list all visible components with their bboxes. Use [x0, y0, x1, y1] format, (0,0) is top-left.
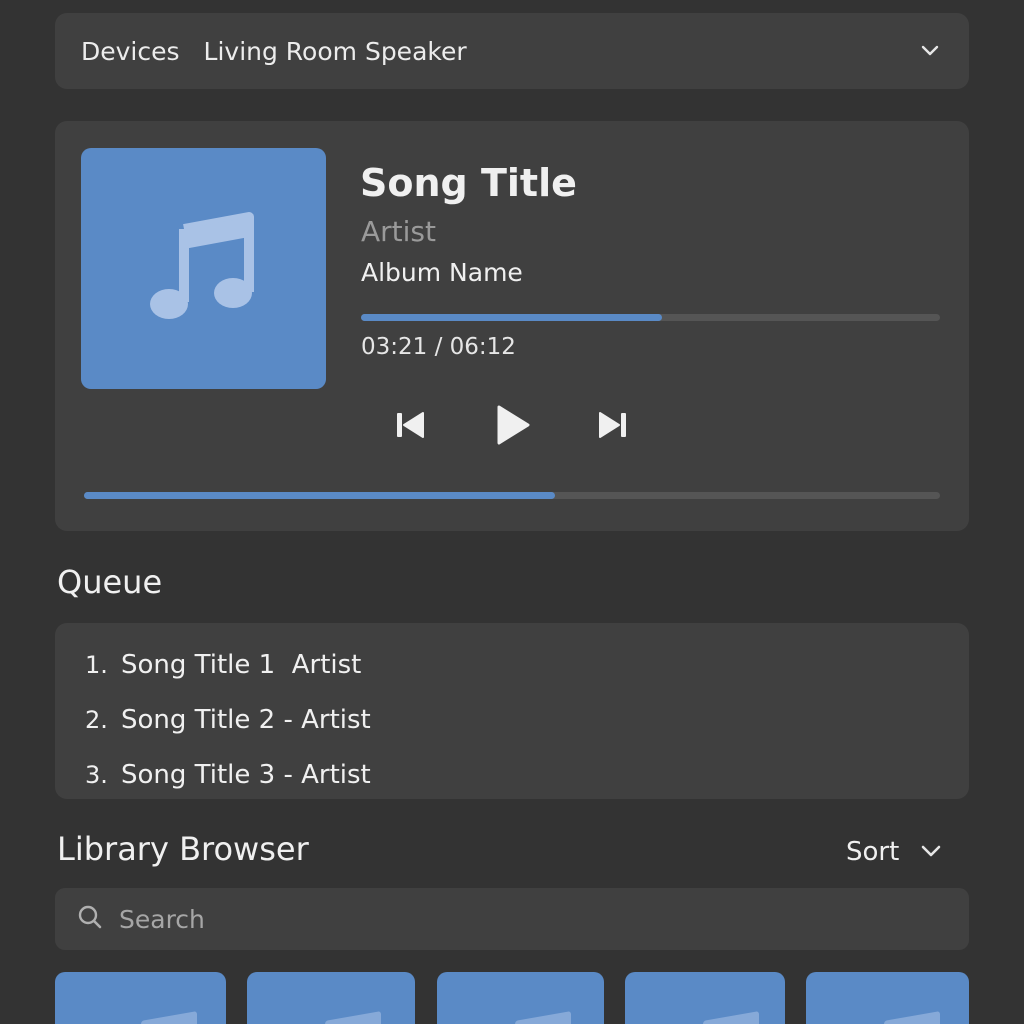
- secondary-progress-bar[interactable]: [84, 492, 940, 499]
- queue-item-number: 3.: [85, 760, 108, 789]
- next-button[interactable]: [593, 401, 633, 453]
- queue-item-label: Song Title 1 Artist: [121, 649, 362, 680]
- music-note-icon: [515, 1011, 571, 1024]
- now-playing-card: Song Title Artist Album Name 03:21 / 06:…: [55, 121, 969, 531]
- music-note-icon: [325, 1011, 381, 1024]
- queue-item-number: 1.: [85, 650, 108, 679]
- queue-item-label: Song Title 3 - Artist: [121, 759, 371, 790]
- previous-button[interactable]: [390, 401, 430, 453]
- playback-controls: [385, 401, 635, 453]
- library-heading: Library Browser: [57, 830, 309, 868]
- play-icon: [495, 404, 531, 450]
- song-artist: Artist: [361, 215, 436, 248]
- queue-heading: Queue: [57, 563, 163, 601]
- selected-device: Living Room Speaker: [203, 36, 467, 66]
- music-note-icon: [149, 207, 259, 331]
- secondary-progress-fill: [84, 492, 555, 499]
- search-icon: [77, 904, 103, 934]
- album-art: [81, 148, 326, 389]
- library-tile[interactable]: [437, 972, 604, 1024]
- queue-list: 1. Song Title 1 Artist 2. Song Title 2 -…: [55, 623, 969, 799]
- library-tile[interactable]: [806, 972, 969, 1024]
- queue-item[interactable]: 2. Song Title 2 - Artist: [55, 692, 969, 747]
- search-bar: [55, 888, 969, 950]
- sort-label: Sort: [846, 837, 900, 867]
- time-readout: 03:21 / 06:12: [361, 334, 516, 360]
- skip-next-icon: [598, 411, 628, 443]
- track-progress-bar[interactable]: [361, 314, 940, 321]
- queue-item-label: Song Title 2 - Artist: [121, 704, 371, 735]
- song-title: Song Title: [360, 161, 577, 205]
- search-input[interactable]: [119, 904, 879, 934]
- device-selector[interactable]: Devices Living Room Speaker: [55, 13, 969, 89]
- chevron-down-icon: [921, 843, 941, 862]
- play-button[interactable]: [488, 401, 538, 453]
- sort-dropdown[interactable]: Sort: [846, 834, 966, 870]
- music-note-icon: [141, 1011, 197, 1024]
- queue-item[interactable]: 1. Song Title 1 Artist: [55, 637, 969, 692]
- library-tile[interactable]: [625, 972, 785, 1024]
- album-name: Album Name: [361, 258, 523, 287]
- skip-previous-icon: [395, 411, 425, 443]
- devices-label: Devices: [81, 36, 180, 66]
- library-tile[interactable]: [55, 972, 226, 1024]
- chevron-down-icon[interactable]: [917, 38, 943, 64]
- queue-item-number: 2.: [85, 705, 108, 734]
- music-note-icon: [884, 1011, 940, 1024]
- track-progress-fill: [361, 314, 663, 321]
- music-note-icon: [703, 1011, 759, 1024]
- queue-item[interactable]: 3. Song Title 3 - Artist: [55, 747, 969, 802]
- library-tile[interactable]: [247, 972, 415, 1024]
